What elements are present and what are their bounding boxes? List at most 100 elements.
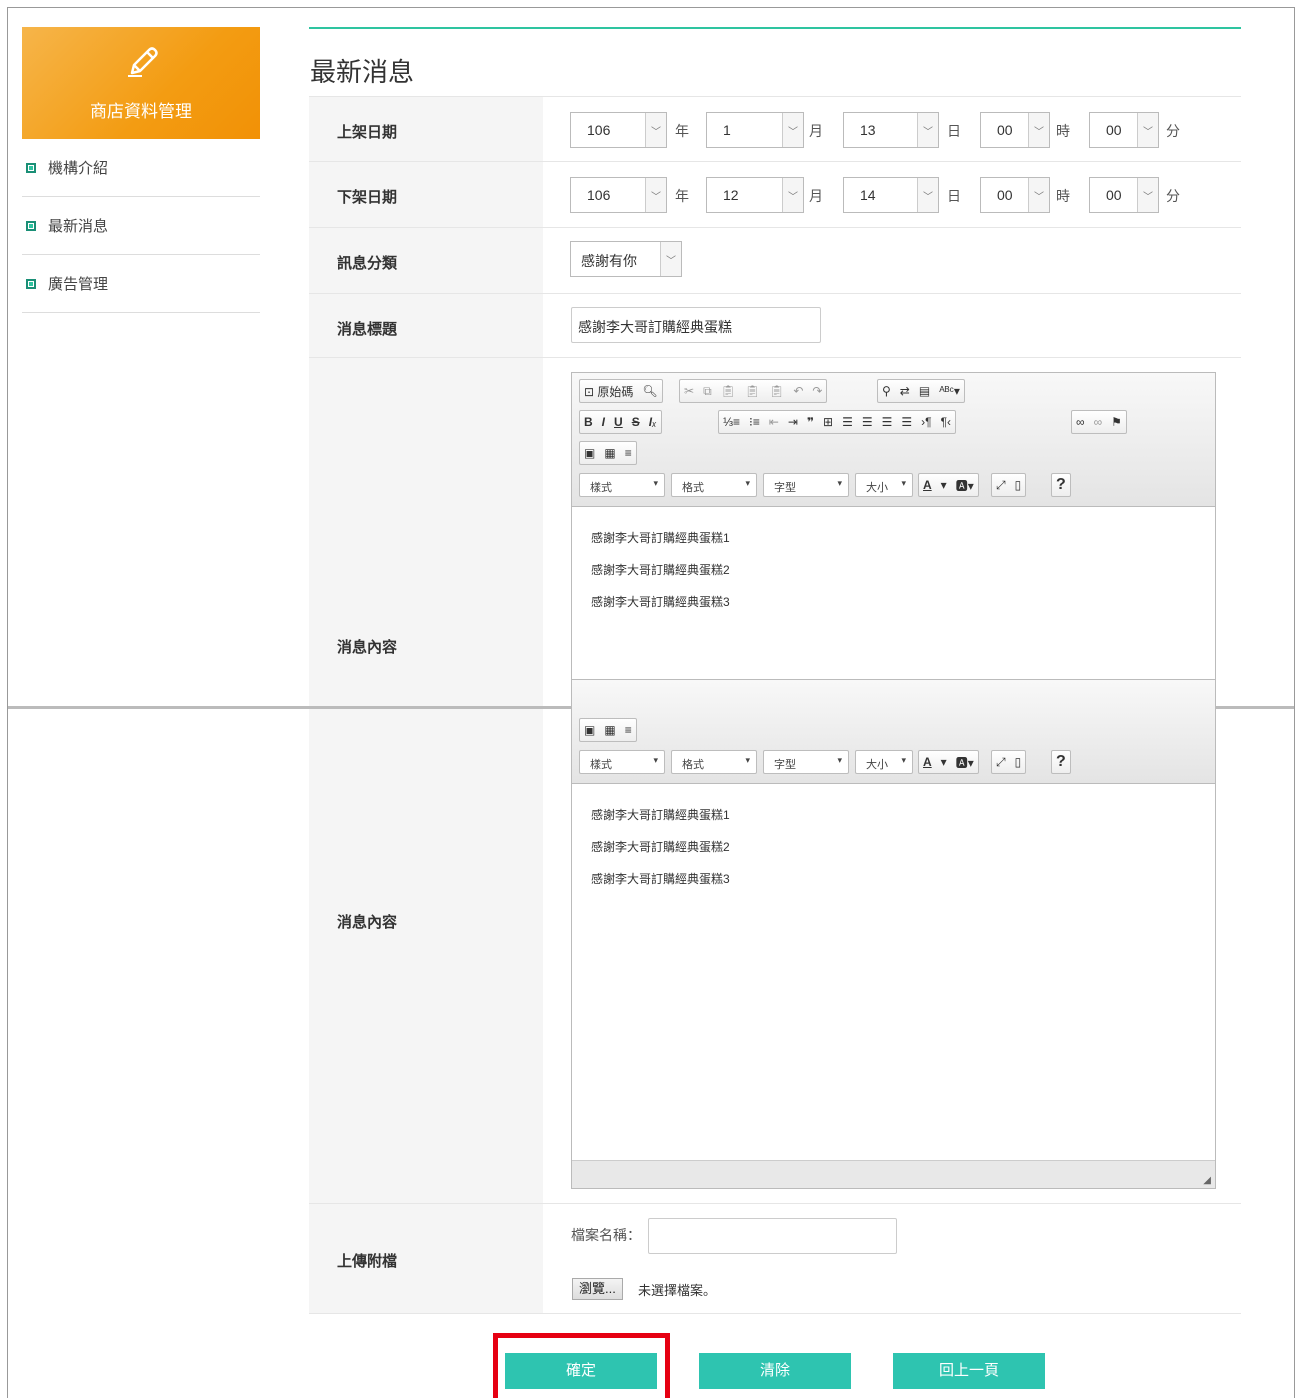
styles-dropdown[interactable]: 樣式 ▾ bbox=[579, 750, 665, 774]
browse-button[interactable]: 瀏覽... bbox=[572, 1278, 623, 1300]
bulleted-list-icon[interactable]: ⁝≡ bbox=[749, 415, 760, 429]
table-icon[interactable]: ▦ bbox=[604, 446, 615, 460]
chevron-down-icon: ﹀ bbox=[1137, 178, 1158, 212]
toolbar-group-clipboard: ✂ ⧉ 📋︎ 📋︎ 📋︎ ↶ ↷ bbox=[679, 379, 828, 403]
end-hour-select[interactable]: 00 ﹀ bbox=[980, 177, 1050, 213]
preview-icon[interactable]: 🔍︎ bbox=[642, 384, 657, 398]
image-icon[interactable]: ▣ bbox=[584, 446, 595, 460]
clear-button[interactable]: 清除 bbox=[699, 1353, 851, 1389]
highlight-box bbox=[493, 1333, 670, 1398]
anchor-icon[interactable]: ⚑ bbox=[1111, 415, 1122, 429]
image-icon[interactable]: ▣ bbox=[584, 723, 595, 737]
select-all-icon[interactable]: ▤ bbox=[919, 384, 930, 398]
horizontal-rule-icon[interactable]: ≡ bbox=[625, 446, 632, 460]
text-color-icon[interactable]: A bbox=[923, 755, 932, 769]
find-icon[interactable]: ⚲ bbox=[882, 384, 891, 398]
start-hour-select[interactable]: 00 ﹀ bbox=[980, 112, 1050, 148]
chevron-down-icon: ﹀ bbox=[660, 242, 681, 276]
justify-icon[interactable]: ☰ bbox=[901, 415, 912, 429]
bg-color-icon[interactable]: 🅰︎▾ bbox=[956, 477, 974, 494]
end-month-select[interactable]: 12 ﹀ bbox=[706, 177, 804, 213]
indent-icon[interactable]: ⇥ bbox=[788, 415, 798, 429]
remove-format-icon[interactable]: Iₓ bbox=[649, 415, 657, 429]
sidebar-item-about[interactable]: 機構介紹 bbox=[22, 139, 260, 197]
strike-icon[interactable]: S bbox=[632, 415, 640, 429]
start-minute-select[interactable]: 00 ﹀ bbox=[1089, 112, 1159, 148]
text-color-icon[interactable]: A bbox=[923, 478, 932, 492]
unlink-icon[interactable]: ∞ bbox=[1094, 415, 1103, 429]
help-button[interactable]: ? bbox=[1051, 473, 1071, 497]
sidebar-item-ads[interactable]: 廣告管理 bbox=[22, 255, 260, 313]
maximize-icon[interactable]: ⤢ bbox=[996, 755, 1006, 770]
chevron-down-icon: ﹀ bbox=[917, 113, 938, 147]
back-button[interactable]: 回上一頁 bbox=[893, 1353, 1045, 1389]
table-icon[interactable]: ▦ bbox=[604, 723, 615, 737]
align-center-icon[interactable]: ☰ bbox=[862, 415, 873, 429]
underline-icon[interactable]: U bbox=[614, 415, 623, 429]
redo-icon[interactable]: ↷ bbox=[812, 384, 822, 398]
caret-down-icon: ▾ bbox=[653, 755, 658, 765]
resize-handle-icon[interactable]: ◢ bbox=[1203, 1175, 1211, 1186]
filename-input[interactable] bbox=[648, 1218, 897, 1254]
bullet-icon bbox=[26, 278, 36, 289]
toolbar-group-paragraph: ⅓≡ ⁝≡ ⇤ ⇥ ❞ ⊞ ☰ ☰ ☰ ☰ ›¶ ¶‹ bbox=[718, 410, 957, 434]
paste-word-icon[interactable]: 📋︎ bbox=[769, 384, 784, 398]
editor-content[interactable]: 感謝李大哥訂購經典蛋糕1 感謝李大哥訂購經典蛋糕2 感謝李大哥訂購經典蛋糕3 bbox=[591, 529, 730, 625]
end-date-label: 下架日期 bbox=[337, 189, 398, 206]
end-minute-select[interactable]: 00 ﹀ bbox=[1089, 177, 1159, 213]
title-divider bbox=[309, 27, 1241, 29]
ltr-icon[interactable]: ›¶ bbox=[921, 415, 931, 429]
font-dropdown[interactable]: 字型 ▾ bbox=[763, 750, 849, 774]
paste-icon[interactable]: 📋︎ bbox=[721, 384, 736, 398]
help-button[interactable]: ? bbox=[1051, 750, 1071, 774]
sidebar-item-news[interactable]: 最新消息 bbox=[22, 197, 260, 255]
format-dropdown[interactable]: 格式 ▾ bbox=[671, 473, 757, 497]
subject-label: 消息標題 bbox=[337, 321, 398, 338]
start-day-select[interactable]: 13 ﹀ bbox=[843, 112, 939, 148]
align-left-icon[interactable]: ☰ bbox=[842, 415, 853, 429]
copy-icon[interactable]: ⧉ bbox=[703, 384, 712, 399]
editor-statusbar: ◢ bbox=[572, 1160, 1215, 1188]
blockquote-icon[interactable]: ❞ bbox=[807, 415, 814, 429]
end-year-select[interactable]: 106 ﹀ bbox=[570, 177, 667, 213]
replace-icon[interactable]: ⇄ bbox=[900, 384, 910, 398]
start-year-select[interactable]: 106 ﹀ bbox=[570, 112, 667, 148]
div-icon[interactable]: ⊞ bbox=[823, 415, 833, 429]
size-dropdown[interactable]: 大小 ▾ bbox=[855, 750, 913, 774]
rtl-icon[interactable]: ¶‹ bbox=[941, 415, 951, 429]
rich-text-editor[interactable]: ⊡ 原始碼 🔍︎ ✂ ⧉ 📋︎ 📋︎ 📋︎ ↶ ↷ ⚲ ⇄ ▤ ᴬᴮᶜ▾ B I U S Iₓ ⅓≡ ⁝≡ ⇤ ⇥… bbox=[571, 372, 1216, 712]
spellcheck-icon[interactable]: ᴬᴮᶜ▾ bbox=[939, 384, 960, 398]
cut-icon[interactable]: ✂ bbox=[684, 384, 694, 398]
subject-row: 消息標題 感謝李大哥訂購經典蛋糕 bbox=[309, 294, 1241, 358]
end-day-select[interactable]: 14 ﹀ bbox=[843, 177, 939, 213]
toolbar-group-tools: ⤢ ▯ bbox=[991, 750, 1027, 774]
editor-content[interactable]: 感謝李大哥訂購經典蛋糕1 感謝李大哥訂購經典蛋糕2 感謝李大哥訂購經典蛋糕3 bbox=[591, 806, 730, 902]
subject-input[interactable]: 感謝李大哥訂購經典蛋糕 bbox=[571, 307, 821, 343]
upload-label: 上傳附檔 bbox=[337, 1253, 398, 1270]
undo-icon[interactable]: ↶ bbox=[793, 384, 803, 398]
numbered-list-icon[interactable]: ⅓≡ bbox=[723, 415, 740, 429]
start-date-row: 上架日期 106 ﹀ 年 1 ﹀ 月 13 ﹀ 日 00 ﹀ 時 00 ﹀ 分 bbox=[309, 96, 1241, 162]
horizontal-rule-icon[interactable]: ≡ bbox=[625, 723, 632, 737]
font-dropdown[interactable]: 字型 ▾ bbox=[763, 473, 849, 497]
editor-toolbar-lower: ▣ ▦ ≡ 樣式 ▾ 格式 ▾ 字型 ▾ 大小 ▾ A ▾ 🅰︎▾ ⤢ ▯ ? bbox=[572, 680, 1215, 784]
align-right-icon[interactable]: ☰ bbox=[882, 415, 893, 429]
content-label: 消息內容 bbox=[337, 914, 398, 931]
source-icon[interactable]: ⊡ 原始碼 bbox=[584, 383, 633, 400]
show-blocks-icon[interactable]: ▯ bbox=[1015, 478, 1022, 492]
start-month-select[interactable]: 1 ﹀ bbox=[706, 112, 804, 148]
styles-dropdown[interactable]: 樣式 ▾ bbox=[579, 473, 665, 497]
maximize-icon[interactable]: ⤢ bbox=[996, 478, 1006, 493]
category-select[interactable]: 感謝有你 ﹀ bbox=[570, 241, 682, 277]
outdent-icon[interactable]: ⇤ bbox=[769, 415, 779, 429]
rich-text-editor-lower[interactable]: ▣ ▦ ≡ 樣式 ▾ 格式 ▾ 字型 ▾ 大小 ▾ A ▾ 🅰︎▾ ⤢ ▯ ? 感謝李大哥訂購經典… bbox=[571, 679, 1216, 1189]
size-dropdown[interactable]: 大小 ▾ bbox=[855, 473, 913, 497]
format-dropdown[interactable]: 格式 ▾ bbox=[671, 750, 757, 774]
sidebar-item-label: 廣告管理 bbox=[48, 276, 109, 293]
italic-icon[interactable]: I bbox=[602, 415, 605, 429]
show-blocks-icon[interactable]: ▯ bbox=[1015, 755, 1022, 769]
bold-icon[interactable]: B bbox=[584, 415, 593, 429]
bg-color-icon[interactable]: 🅰︎▾ bbox=[956, 754, 974, 771]
paste-text-icon[interactable]: 📋︎ bbox=[745, 384, 760, 398]
link-icon[interactable]: ∞ bbox=[1076, 415, 1085, 429]
